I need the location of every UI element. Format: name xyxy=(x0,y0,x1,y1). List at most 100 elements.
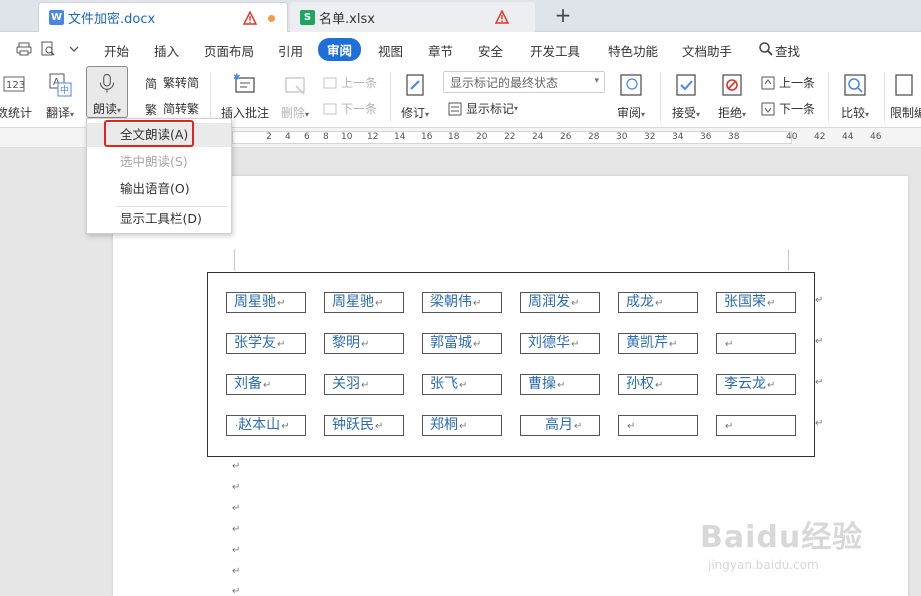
baidu-watermark: Baidu经验 jingyan.baidu.com xyxy=(700,512,915,582)
next-change-icon xyxy=(761,102,775,115)
menu-item-show-toolbar[interactable]: 显示工具栏(D) xyxy=(87,207,231,231)
search-icon[interactable] xyxy=(758,41,774,57)
warning-icon xyxy=(495,10,509,24)
paragraph-mark: ↵ xyxy=(232,524,241,535)
microphone-icon xyxy=(99,73,115,93)
table-cell[interactable]: 周星驰↵ xyxy=(324,292,404,313)
word-count-button[interactable]: 123 数统计 xyxy=(0,66,34,121)
compare-button[interactable]: 比较▾ xyxy=(836,66,874,121)
next-comment-label: 下一条 xyxy=(341,102,378,116)
menu-doc-assistant[interactable]: 文档助手 xyxy=(682,41,732,60)
svg-text:繁: 繁 xyxy=(145,102,157,117)
track-changes-button[interactable]: 修订▾ xyxy=(396,66,434,121)
paragraph-mark: ↵ xyxy=(232,482,241,493)
table-cell[interactable]: 曹操↵ xyxy=(520,374,600,395)
table-cell[interactable]: 黄凯芹↵ xyxy=(618,333,698,354)
table-cell[interactable]: 关羽↵ xyxy=(324,374,404,395)
next-comment-button[interactable]: 下一条 xyxy=(322,100,377,117)
table-cell[interactable]: 张国荣↵ xyxy=(716,292,796,313)
markup-state-select[interactable]: 显示标记的最终状态 ▾ xyxy=(443,71,605,93)
restrict-editing-icon xyxy=(895,74,913,96)
menu-item-export-voice[interactable]: 输出语音(O) xyxy=(87,177,231,201)
ruler-tick: 16 xyxy=(421,132,433,142)
review-pane-button[interactable]: 审阅▾ xyxy=(612,66,650,121)
table-cell[interactable]: ↵ xyxy=(716,415,796,436)
accept-label: 接受▾ xyxy=(671,106,701,120)
table-cell[interactable]: ·赵本山↵ xyxy=(226,415,306,436)
table-cell[interactable]: 周星驰↵ xyxy=(226,292,306,313)
next-comment-icon xyxy=(323,103,337,114)
ruler-tick: 24 xyxy=(532,132,544,142)
trad-to-simp-button[interactable]: 简 繁转简 xyxy=(144,74,199,91)
table-cell[interactable]: 郭富城↵ xyxy=(422,333,502,354)
row-end-mark: ↵ xyxy=(815,336,824,347)
separator xyxy=(210,72,211,122)
translate-button[interactable]: A中 翻译▾ xyxy=(42,66,78,121)
print-preview-icon[interactable] xyxy=(40,41,56,57)
show-markup-label: 显示标记 xyxy=(466,102,515,116)
word-count-label: 数统计 xyxy=(0,106,32,120)
print-icon[interactable] xyxy=(16,41,32,57)
sheet-file-icon: S xyxy=(300,9,315,25)
new-tab-button[interactable]: + xyxy=(552,4,574,26)
accept-button[interactable]: 接受▾ xyxy=(666,66,706,121)
tab-docx[interactable]: W 文件加密.docx xyxy=(38,2,288,32)
svg-text:123: 123 xyxy=(6,80,25,91)
ruler-tick: 8 xyxy=(323,132,329,142)
paragraph-mark: ↵ xyxy=(232,545,241,556)
table-cell[interactable]: 李云龙↵ xyxy=(716,374,796,395)
prev-comment-button[interactable]: 上一条 xyxy=(322,74,377,91)
restrict-editing-button[interactable]: 限制编 xyxy=(890,66,921,121)
compare-icon xyxy=(844,74,866,96)
menu-view[interactable]: 视图 xyxy=(378,41,403,60)
next-change-button[interactable]: 下一条 xyxy=(760,100,815,117)
table-cell[interactable]: ↵ xyxy=(618,415,698,436)
menu-item-selected-read[interactable]: 选中朗读(S) xyxy=(87,150,231,174)
table-cell[interactable]: 郑桐↵ xyxy=(422,415,502,436)
prev-change-button[interactable]: 上一条 xyxy=(760,74,815,91)
menu-security[interactable]: 安全 xyxy=(478,41,503,60)
table-cell[interactable]: 钟跃民↵ xyxy=(324,415,404,436)
menu-home[interactable]: 开始 xyxy=(104,41,129,60)
table-cell[interactable]: 成龙↵ xyxy=(618,292,698,313)
reject-button[interactable]: 拒绝▾ xyxy=(712,66,752,121)
menu-chapter[interactable]: 章节 xyxy=(428,41,453,60)
table-cell[interactable]: 周润发↵ xyxy=(520,292,600,313)
table-cell[interactable]: ↵ xyxy=(716,333,796,354)
delete-comment-button[interactable]: 删除▾ xyxy=(276,66,314,121)
tab-xlsx[interactable]: S 名单.xlsx xyxy=(290,2,535,32)
menu-insert[interactable]: 插入 xyxy=(154,41,179,60)
insert-comment-button[interactable]: ✱ 插入批注 xyxy=(218,66,272,121)
menu-review[interactable]: 审阅 xyxy=(318,38,362,61)
table-cell[interactable]: 黎明↵ xyxy=(324,333,404,354)
ruler-tick: 18 xyxy=(448,132,460,142)
menu-page-layout[interactable]: 页面布局 xyxy=(204,41,254,60)
table-cell[interactable]: 孙权↵ xyxy=(618,374,698,395)
read-aloud-button[interactable]: 朗读▾ xyxy=(86,66,128,118)
separator xyxy=(884,72,885,122)
table-cell[interactable]: 张飞↵ xyxy=(422,374,502,395)
track-changes-icon xyxy=(406,74,424,96)
simp-to-trad-button[interactable]: 繁 简转繁 xyxy=(144,100,199,117)
ruler-tick: 42 xyxy=(814,132,826,142)
table-cell[interactable]: 刘备↵ xyxy=(226,374,306,395)
reject-icon xyxy=(722,74,742,96)
show-markup-button[interactable]: 显示标记 ▾ xyxy=(447,100,518,117)
chevron-down-icon[interactable] xyxy=(66,41,82,57)
ruler-tick: 2 xyxy=(266,132,272,142)
word-count-icon: 123 xyxy=(3,76,25,92)
ruler-tick: 40 xyxy=(786,132,798,142)
table-cell[interactable]: 张学友↵ xyxy=(226,333,306,354)
table-cell[interactable]: 梁朝伟↵ xyxy=(422,292,502,313)
separator xyxy=(828,72,829,122)
search-label[interactable]: 查找 xyxy=(775,41,800,60)
show-markup-icon xyxy=(448,102,462,115)
compare-label: 比较▾ xyxy=(840,106,870,120)
menu-dev-tools[interactable]: 开发工具 xyxy=(530,41,580,60)
menu-references[interactable]: 引用 xyxy=(278,41,303,60)
menu-special[interactable]: 特色功能 xyxy=(608,41,658,60)
watermark-url: jingyan.baidu.com xyxy=(708,558,819,572)
table-cell[interactable]: 高月↵ xyxy=(520,415,600,436)
table-cell[interactable]: 刘德华↵ xyxy=(520,333,600,354)
translate-icon: A中 xyxy=(49,73,72,97)
